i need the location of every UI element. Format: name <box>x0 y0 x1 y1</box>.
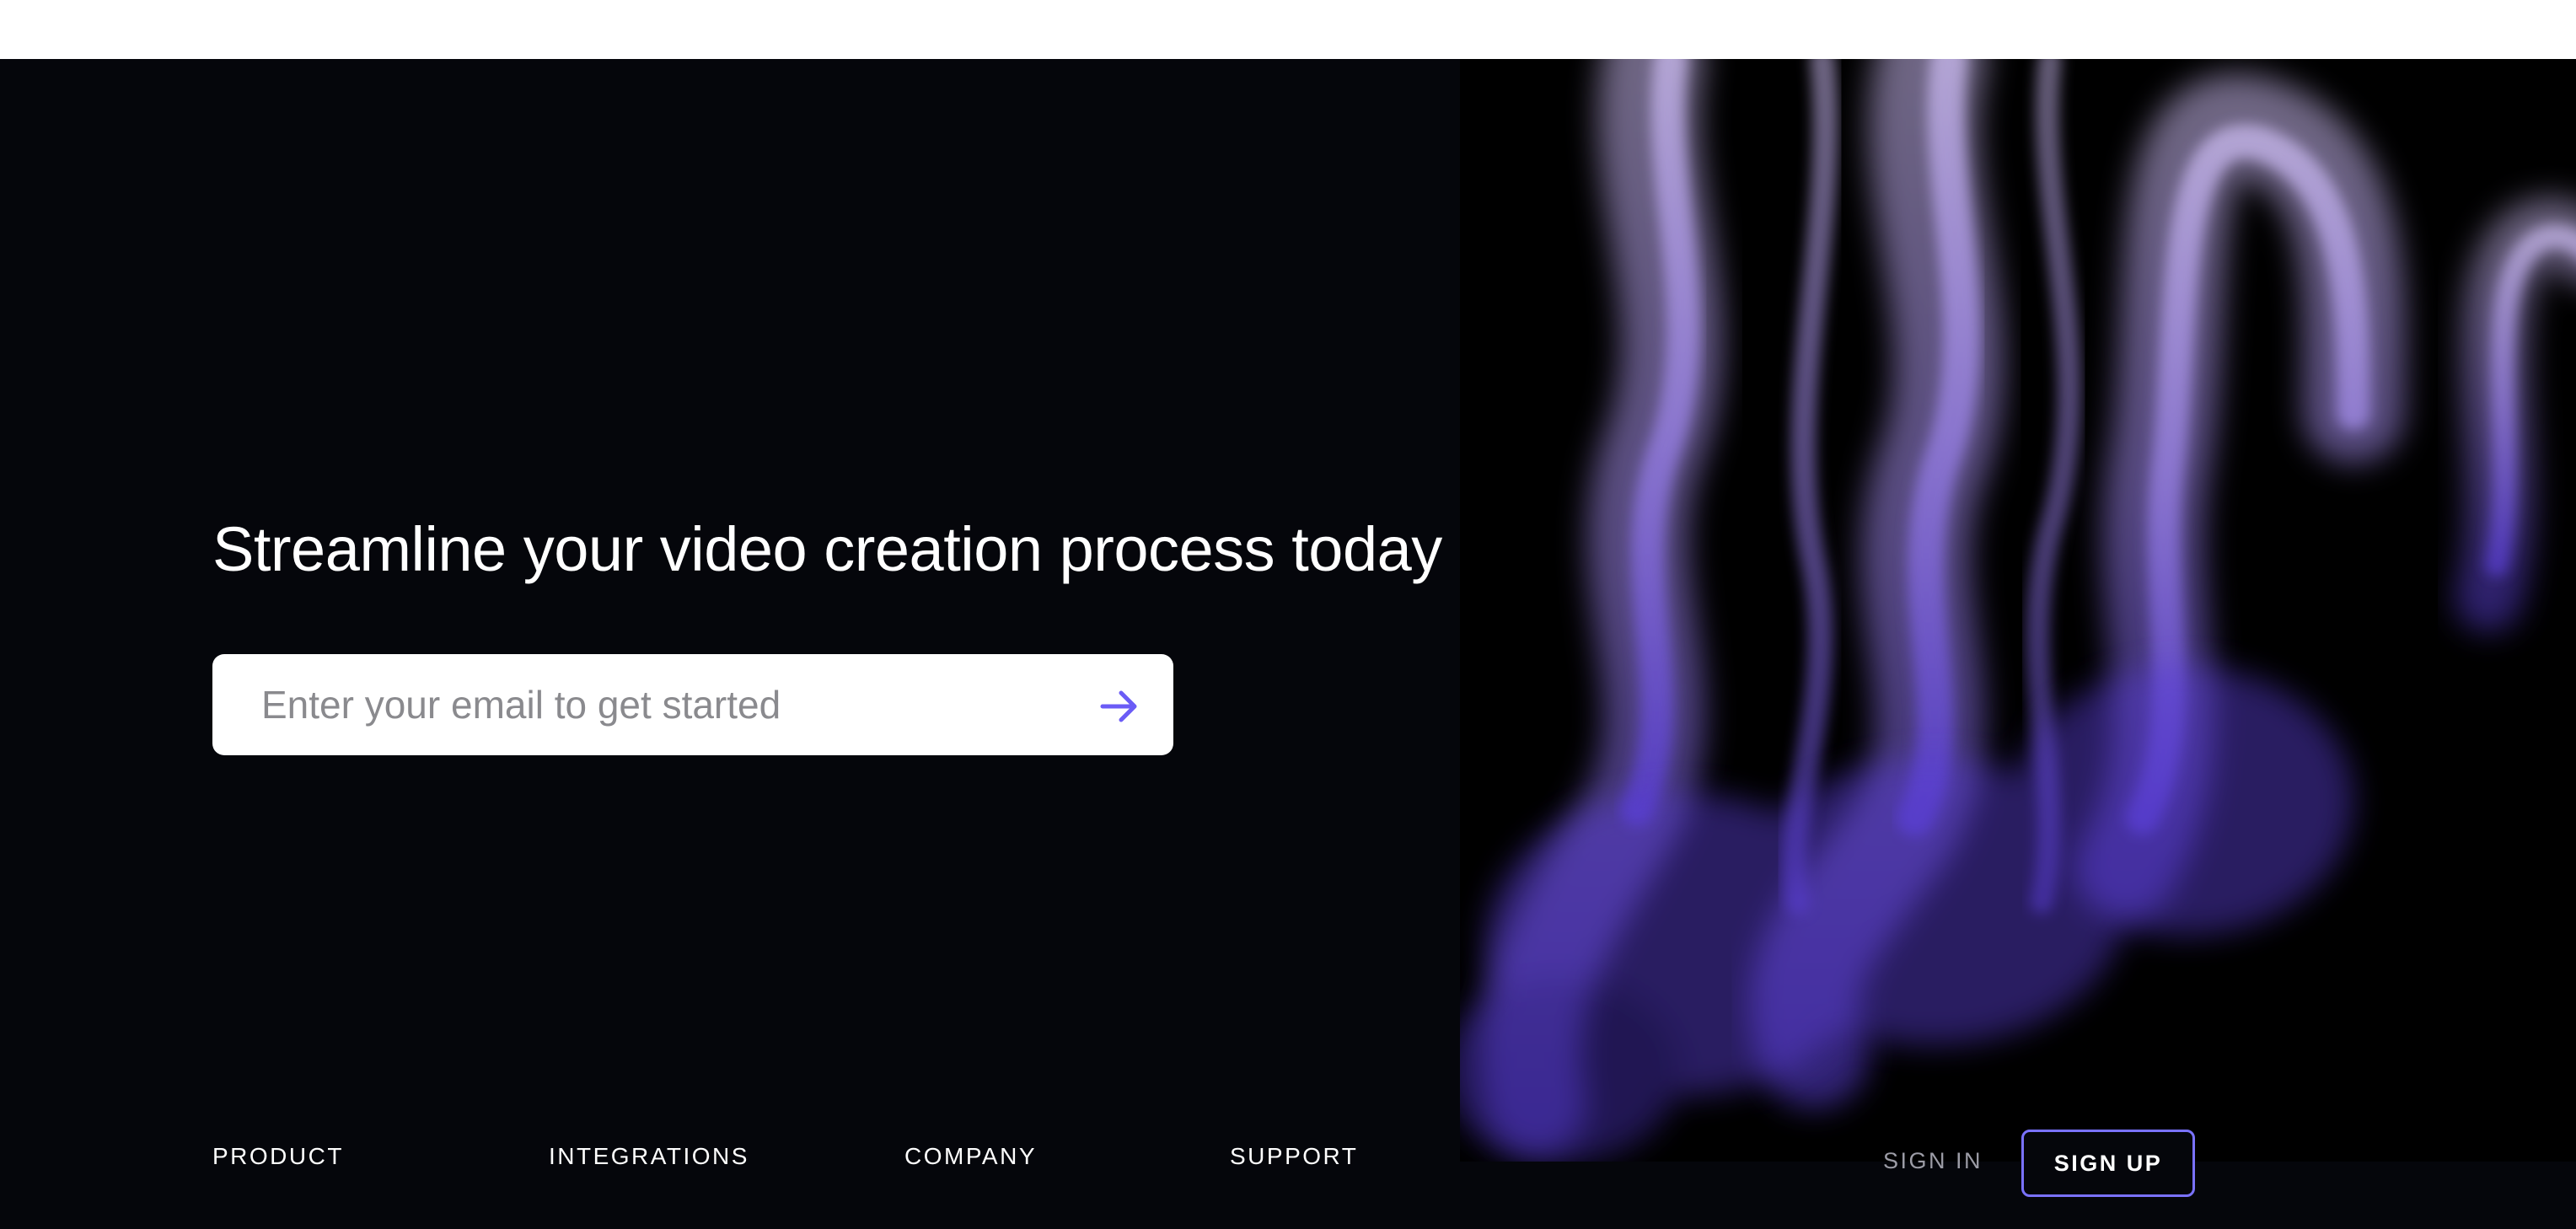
nav-link-support[interactable]: SUPPORT <box>1230 1143 1358 1170</box>
email-signup-form <box>212 654 1173 755</box>
hero-section: Streamline your video creation process t… <box>0 59 2576 1229</box>
footer-nav: PRODUCT INTEGRATIONS COMPANY SUPPORT <box>0 1143 1460 1194</box>
sign-up-button[interactable]: SIGN UP <box>2021 1130 2195 1197</box>
email-input[interactable] <box>261 654 1020 755</box>
top-white-strip <box>0 0 2576 59</box>
purple-smoke-illustration <box>1460 59 2576 1162</box>
hero-headline: Streamline your video creation process t… <box>212 514 1442 584</box>
nav-link-integrations[interactable]: INTEGRATIONS <box>549 1143 749 1170</box>
sign-in-link[interactable]: SIGN IN <box>1883 1148 1983 1174</box>
arrow-right-icon[interactable] <box>1096 683 1143 730</box>
smoke-artwork <box>1460 59 2576 1162</box>
nav-link-company[interactable]: COMPANY <box>904 1143 1037 1170</box>
nav-link-product[interactable]: PRODUCT <box>212 1143 344 1170</box>
